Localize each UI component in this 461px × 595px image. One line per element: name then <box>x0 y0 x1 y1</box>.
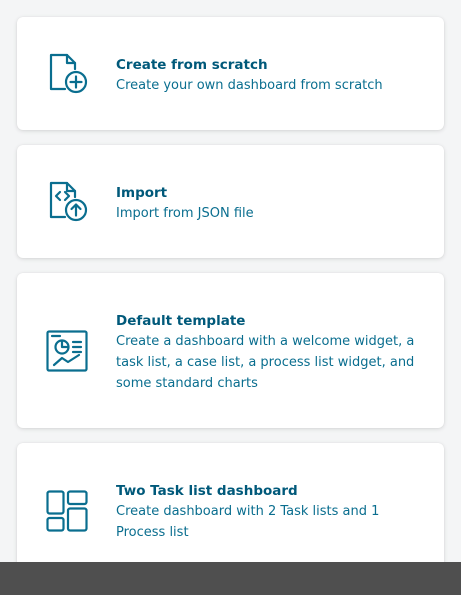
footer-bar <box>0 562 461 595</box>
card-title: Two Task list dashboard <box>116 483 298 499</box>
two-task-list-dashboard-card[interactable]: Two Task list dashboard Create dashboard… <box>17 443 444 562</box>
dashboard-option-list: Create from scratch Create your own dash… <box>0 0 461 562</box>
file-plus-icon <box>45 51 89 95</box>
dashboard-template-icon <box>45 329 89 373</box>
card-description: Create dashboard with 2 Task lists and 1… <box>116 504 380 540</box>
card-description: Import from JSON file <box>116 206 254 221</box>
card-title: Default template <box>116 313 246 329</box>
layout-grid-icon <box>45 489 89 533</box>
import-card[interactable]: Import Import from JSON file <box>17 145 444 258</box>
card-description: Create a dashboard with a welcome widget… <box>116 334 415 391</box>
card-title: Import <box>116 185 168 201</box>
card-description: Create your own dashboard from scratch <box>116 78 383 93</box>
file-code-upload-icon <box>45 179 89 223</box>
create-from-scratch-card[interactable]: Create from scratch Create your own dash… <box>17 17 444 130</box>
default-template-card[interactable]: Default template Create a dashboard with… <box>17 273 444 428</box>
card-title: Create from scratch <box>116 57 268 73</box>
